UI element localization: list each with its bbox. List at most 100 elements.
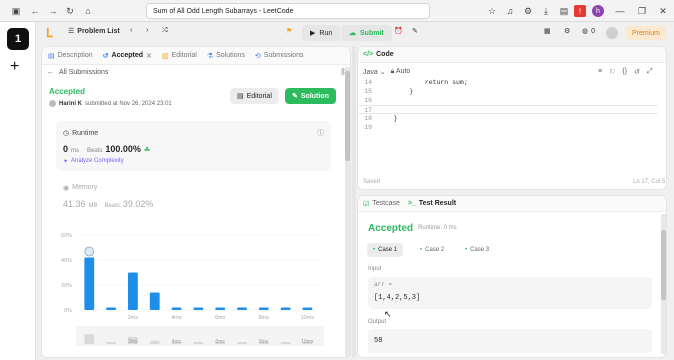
forward-icon[interactable]: →: [47, 5, 59, 17]
user-avatar[interactable]: [606, 27, 618, 39]
extensions-icon[interactable]: ⚙: [522, 5, 534, 17]
run-button[interactable]: ▶ Run: [302, 25, 341, 41]
address-bar[interactable]: Sum of All Odd Length Subarrays - LeetCo…: [146, 3, 430, 19]
saved-indicator: Saved: [363, 179, 381, 185]
bar: [302, 307, 313, 310]
tab-test-result[interactable]: >_ Test Result: [408, 200, 456, 207]
layout-icon[interactable]: ▦: [544, 27, 551, 35]
analyze-complexity-link[interactable]: ✦ Analyze Complexity: [63, 158, 124, 165]
timer-icon[interactable]: ⏰: [394, 27, 403, 35]
maximize-icon[interactable]: ❐: [636, 5, 648, 17]
download-icon[interactable]: ⤓: [540, 5, 552, 17]
home-icon[interactable]: ⌂: [82, 5, 94, 17]
overview-tick-label: 10ms: [301, 339, 314, 345]
back-icon[interactable]: ←: [29, 5, 41, 17]
author-name[interactable]: Harini K: [59, 101, 82, 107]
auto-mode[interactable]: 🔒︎ Auto: [391, 68, 411, 76]
reset-icon[interactable]: ↺: [634, 68, 640, 76]
settings-icon[interactable]: ⚙: [564, 27, 570, 35]
y-tick-label: 60%: [61, 233, 72, 239]
overview-bar: [193, 342, 204, 344]
case-3-tab[interactable]: • Case 3: [461, 243, 493, 257]
code-editor[interactable]: 14 return sum; 15 } 16 17 18 } 19: [358, 78, 658, 132]
tab-accepted[interactable]: ↺ Accepted ✕: [103, 52, 152, 60]
next-problem-icon[interactable]: ›: [146, 27, 148, 34]
line-number: 18: [364, 115, 372, 122]
line-text: }: [378, 115, 398, 122]
tab-testcase[interactable]: ☑ Testcase: [363, 200, 400, 208]
streak-counter[interactable]: ◍ 0: [582, 27, 595, 36]
speaker-icon[interactable]: ♫: [504, 5, 516, 17]
braces-icon[interactable]: {}: [622, 68, 627, 76]
bookmark-icon[interactable]: ⚐: [609, 68, 615, 76]
workspace-button[interactable]: 1: [7, 28, 29, 50]
premium-button[interactable]: Premium: [626, 26, 667, 40]
bar: [106, 307, 116, 310]
code-line[interactable]: 17: [358, 105, 658, 114]
profile-avatar[interactable]: h: [592, 5, 604, 17]
info-icon[interactable]: ⓘ: [317, 128, 324, 138]
all-submissions-link[interactable]: ← All Submissions: [47, 69, 108, 76]
bar: [149, 292, 160, 310]
sidebar-toggle-icon[interactable]: ▣: [10, 5, 22, 17]
result-panel: ☑ Testcase >_ Test Result Accepted Runtime…: [357, 195, 667, 358]
code-header: </> Code: [358, 47, 666, 63]
alert-icon[interactable]: !: [574, 5, 586, 17]
overview-tick-label: 4ms: [172, 339, 182, 345]
add-workspace-icon[interactable]: +: [10, 58, 19, 76]
code-line[interactable]: 14 return sum;: [358, 78, 658, 87]
result-scrollbar[interactable]: [661, 214, 666, 354]
code-panel: </> Code Java ⌄ 🔒︎ Auto ≡ ⚐ {} ↺ ⤢ 14 re…: [357, 46, 667, 190]
case-1-tab[interactable]: • Case 1: [367, 243, 404, 257]
runtime-card[interactable]: ◷ Runtime ⓘ 0 ms Beats 100.00% ☘ ✦ Analy…: [56, 121, 331, 171]
result-scrollbar-thumb[interactable]: [661, 230, 666, 300]
x-tick-label: 10ms: [301, 315, 315, 321]
collections-icon[interactable]: ▤: [558, 5, 570, 17]
code-line[interactable]: 16: [358, 96, 658, 105]
prev-problem-icon[interactable]: ‹: [130, 27, 132, 34]
panel-resizer[interactable]: [352, 46, 356, 358]
leetcode-logo[interactable]: ᒪ: [46, 26, 58, 40]
code-icon: </>: [363, 51, 374, 58]
notes-icon[interactable]: ✎: [412, 27, 418, 35]
cursor-position: Ln 17, Col 5: [633, 179, 666, 185]
history-icon: ↺: [102, 52, 109, 60]
input-label: Input: [368, 266, 382, 272]
case-2-tab[interactable]: • Case 2: [416, 243, 448, 257]
tab-solutions[interactable]: ⚗ Solutions: [207, 52, 245, 60]
code-line[interactable]: 19: [358, 123, 658, 132]
line-text: return sum;: [378, 79, 468, 86]
minimize-icon[interactable]: —: [614, 5, 626, 17]
memory-header[interactable]: ◉ Memory: [63, 184, 97, 192]
close-tab-icon[interactable]: ✕: [146, 52, 152, 60]
tab-description[interactable]: ▤ Description: [48, 52, 93, 60]
submit-button[interactable]: ☁ Submit: [341, 25, 392, 41]
shuffle-icon[interactable]: ⤮: [162, 27, 168, 35]
left-scrollbar[interactable]: [345, 67, 350, 357]
dot-icon: •: [465, 247, 468, 253]
tab-editorial[interactable]: ▥ Editorial: [162, 52, 197, 60]
dot-icon: •: [420, 247, 423, 253]
close-window-icon[interactable]: ✕: [657, 5, 669, 17]
runtime-beats: 100.00%: [105, 144, 141, 154]
fullscreen-icon[interactable]: ⤢: [647, 68, 653, 76]
line-number: 15: [364, 88, 372, 95]
left-tabs: ▤ Description ↺ Accepted ✕ ▥ Editorial ⚗ Solu…: [42, 47, 350, 65]
tab-submissions[interactable]: ⟲ Submissions: [255, 52, 304, 60]
editorial-button[interactable]: ▤ Editorial: [230, 88, 279, 104]
code-line[interactable]: 18 }: [358, 114, 658, 123]
code-line[interactable]: 15 }: [358, 87, 658, 96]
list-icon: ☰: [68, 28, 75, 35]
left-scrollbar-thumb[interactable]: [345, 71, 350, 161]
pencil-icon: ✎: [292, 93, 298, 100]
format-icon[interactable]: ≡: [598, 68, 602, 76]
language-select[interactable]: Java ⌄: [363, 68, 386, 76]
star-icon[interactable]: ☆: [486, 5, 498, 17]
runtime-distribution-chart[interactable]: 60% 40% 20% 0% 2ms 4ms 6ms 8ms 10ms 2ms 4ms 6ms 8ms 1…: [50, 229, 340, 349]
reload-icon[interactable]: ↻: [64, 5, 76, 17]
bar: [280, 307, 291, 310]
fire-icon: ◍: [582, 28, 589, 35]
problem-list-link[interactable]: ☰ Problem List: [68, 27, 120, 36]
debug-icon[interactable]: ⚑: [286, 27, 292, 35]
solution-button[interactable]: ✎ Solution: [285, 88, 336, 104]
